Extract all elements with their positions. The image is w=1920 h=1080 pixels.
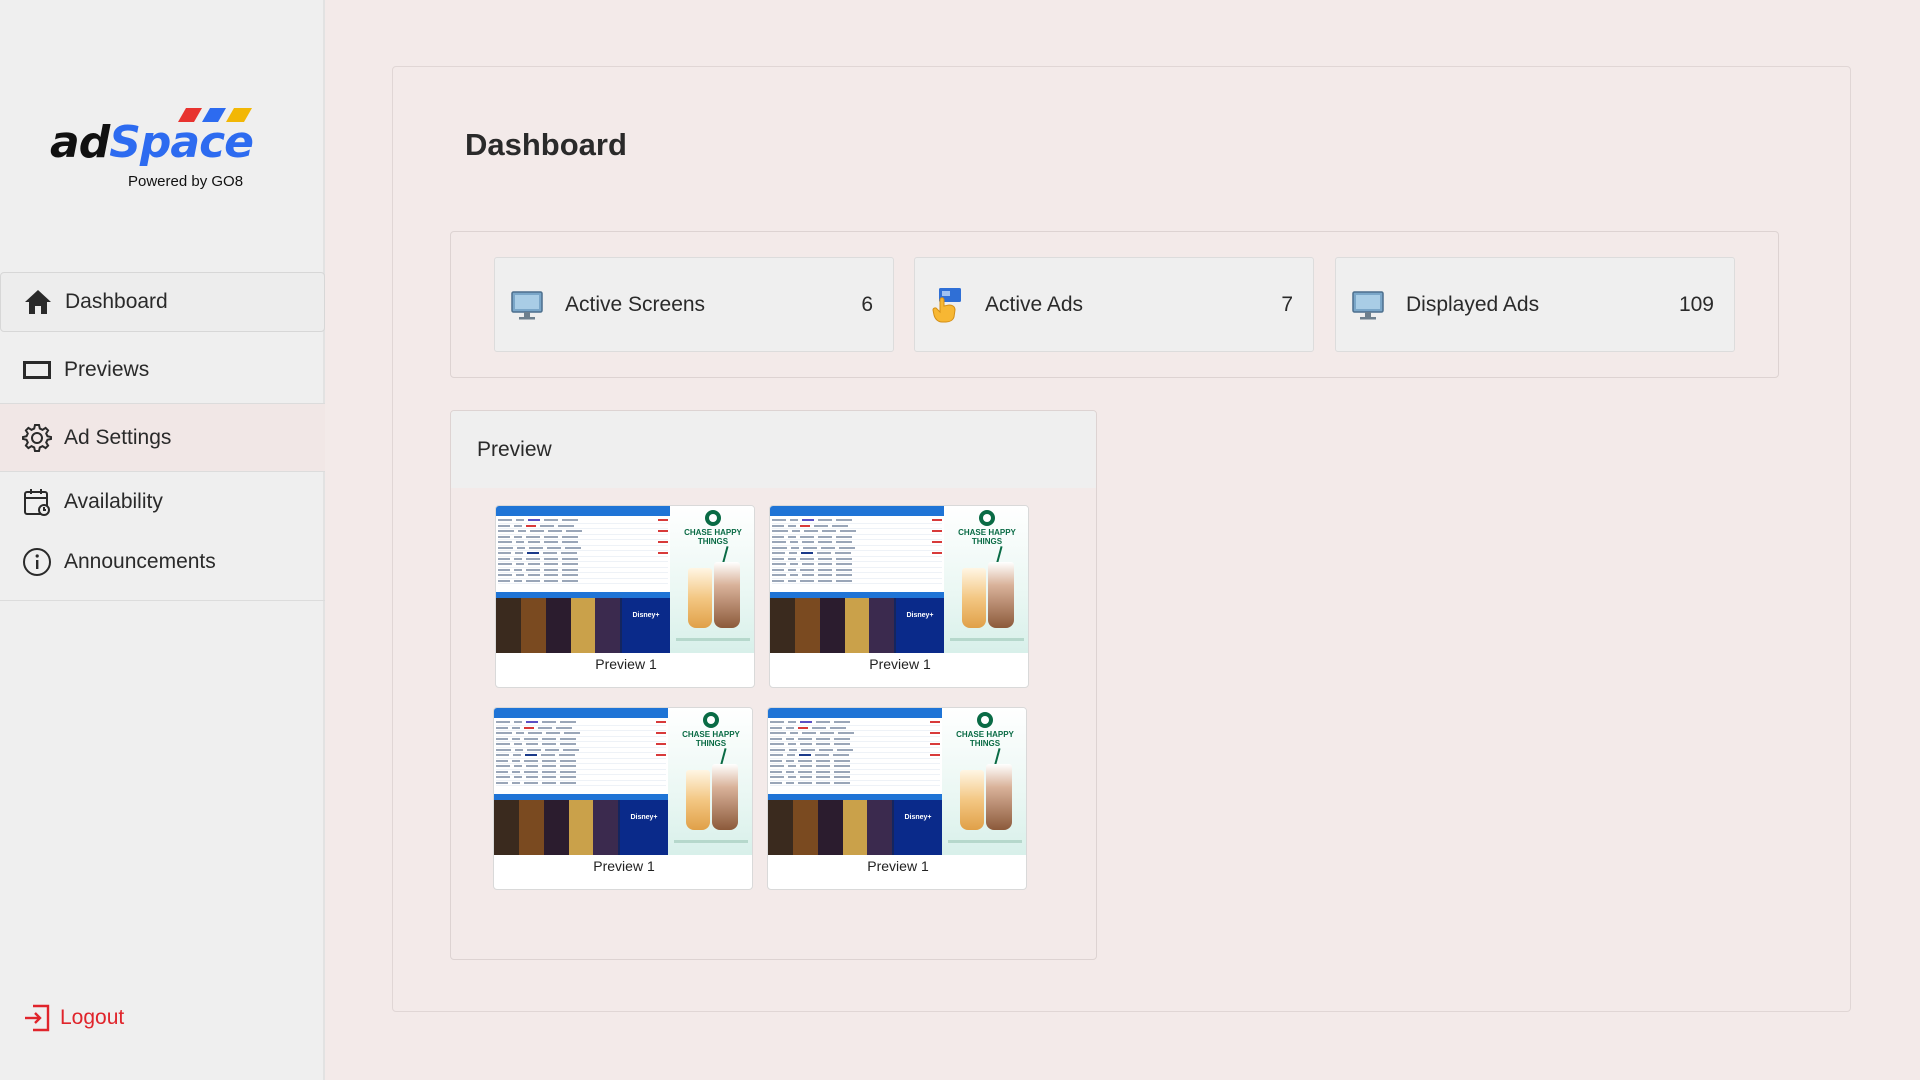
ad-headline: CHASE HAPPY THINGS: [684, 528, 742, 546]
stat-label: Active Ads: [985, 292, 1084, 316]
logout-label: Logout: [60, 1006, 125, 1029]
sidebar-item-label: Availability: [64, 490, 163, 513]
preview-caption: Preview 1: [593, 858, 655, 874]
home-icon: [23, 287, 53, 317]
flight-board: Disney+: [768, 708, 943, 855]
flight-board: Disney+: [770, 506, 945, 653]
preview-caption: Preview 1: [595, 656, 657, 672]
logo-space-text: Space: [109, 117, 254, 168]
nav-divider: [0, 600, 325, 601]
sidebar-item-announcements[interactable]: Announcements: [0, 532, 325, 592]
monitor-icon: [509, 287, 545, 323]
disney-promo: Disney+: [622, 598, 670, 653]
stat-label: Displayed Ads: [1406, 292, 1540, 316]
logo-wordmark: adSpace: [50, 121, 254, 165]
preview-caption: Preview 1: [867, 858, 929, 874]
stat-card-active-ads[interactable]: Active Ads 7: [914, 257, 1314, 352]
powered-by-text: Powered by GO8: [128, 173, 244, 190]
preview-image: Disney+ CHASE HAPPY THINGS: [496, 506, 754, 653]
sidebar-item-label: Ad Settings: [64, 425, 172, 449]
logout-button[interactable]: Logout: [22, 1003, 124, 1033]
sidebar: adSpace Powered by GO8 Dashboard Preview…: [0, 0, 325, 1080]
stat-value: 109: [1678, 292, 1714, 316]
starbucks-ad: CHASE HAPPY THINGS: [670, 506, 754, 653]
stat-card-displayed-ads[interactable]: Displayed Ads 109: [1335, 257, 1735, 352]
gear-icon: [22, 423, 52, 453]
preview-heading: Preview: [451, 411, 1096, 488]
logout-icon: [22, 1003, 52, 1033]
preview-thumbnail[interactable]: Disney+ CHASE HAPPY THINGS Preview 1: [493, 707, 753, 890]
disney-promo: Disney+: [620, 800, 668, 855]
sidebar-item-label: Dashboard: [65, 290, 168, 313]
sidebar-item-availability[interactable]: Availability: [0, 472, 325, 532]
ad-headline: CHASE HAPPY THINGS: [682, 730, 740, 748]
starbucks-ad: CHASE HAPPY THINGS: [942, 708, 1026, 855]
preview-image: Disney+ CHASE HAPPY THINGS: [494, 708, 752, 855]
disney-promo: Disney+: [896, 598, 944, 653]
flight-board: Disney+: [496, 506, 671, 653]
preview-thumbnail[interactable]: Disney+ CHASE HAPPY THINGS Preview 1: [769, 505, 1029, 688]
brand-logo[interactable]: adSpace Powered by GO8: [50, 105, 260, 195]
sidebar-nav: Dashboard Previews Ad Settings Availabil…: [0, 272, 325, 601]
stat-value: 7: [1281, 292, 1293, 316]
starbucks-ad: CHASE HAPPY THINGS: [944, 506, 1028, 653]
preview-panel: Preview Disney+ CHASE HAPPY THINGS Previ…: [450, 410, 1097, 960]
preview-thumbnail[interactable]: Disney+ CHASE HAPPY THINGS Preview 1: [767, 707, 1027, 890]
sidebar-item-label: Previews: [64, 357, 150, 381]
monitor-icon: [1350, 287, 1386, 323]
ad-headline: CHASE HAPPY THINGS: [958, 528, 1016, 546]
preview-image: Disney+ CHASE HAPPY THINGS: [770, 506, 1028, 653]
sidebar-item-ad-settings[interactable]: Ad Settings: [0, 404, 325, 472]
stat-value: 6: [861, 292, 873, 316]
starbucks-ad: CHASE HAPPY THINGS: [668, 708, 752, 855]
tap-hand-icon: [929, 287, 965, 323]
sidebar-item-dashboard[interactable]: Dashboard: [0, 272, 325, 332]
preview-caption: Preview 1: [869, 656, 931, 672]
calendar-icon: [22, 487, 52, 517]
ad-headline: CHASE HAPPY THINGS: [956, 730, 1014, 748]
sidebar-item-previews[interactable]: Previews: [0, 336, 325, 404]
stat-card-active-screens[interactable]: Active Screens 6: [494, 257, 894, 352]
screen-icon: [22, 355, 52, 385]
preview-thumbnail[interactable]: Disney+ CHASE HAPPY THINGS Preview 1: [495, 505, 755, 688]
sidebar-item-label: Announcements: [64, 550, 216, 573]
preview-image: Disney+ CHASE HAPPY THINGS: [768, 708, 1026, 855]
main-content: Dashboard Active Screens 6 Active Ads 7 …: [392, 66, 1851, 1012]
info-icon: [22, 547, 52, 577]
logo-ad-text: ad: [50, 117, 110, 168]
page-title: Dashboard: [465, 127, 627, 162]
stat-label: Active Screens: [565, 292, 706, 316]
disney-promo: Disney+: [894, 800, 942, 855]
flight-board: Disney+: [494, 708, 669, 855]
stats-panel: Active Screens 6 Active Ads 7 Displayed …: [450, 231, 1779, 378]
